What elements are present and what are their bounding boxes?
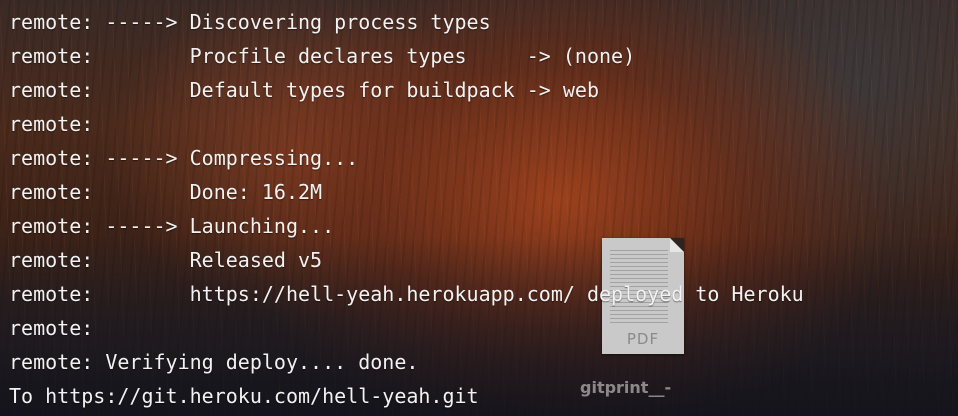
terminal-line: remote: Released v5 bbox=[9, 248, 323, 272]
terminal-line: remote: bbox=[9, 112, 94, 136]
terminal-line: remote: bbox=[9, 316, 94, 340]
terminal-line: remote: -----> Launching... bbox=[9, 214, 335, 238]
terminal-line: remote: https://hell-yeah.herokuapp.com/… bbox=[9, 282, 804, 306]
terminal-line: remote: Procfile declares types -> (none… bbox=[9, 44, 636, 68]
terminal-line: remote: Done: 16.2M bbox=[9, 180, 323, 204]
terminal-line: remote: -----> Discovering process types bbox=[9, 10, 491, 34]
terminal-line: remote: Default types for buildpack -> w… bbox=[9, 78, 600, 102]
terminal-line: To https://git.heroku.com/hell-yeah.git bbox=[9, 384, 479, 408]
terminal-output[interactable]: remote: -----> Discovering process types… bbox=[9, 5, 804, 413]
terminal-line: remote: Verifying deploy.... done. bbox=[9, 350, 419, 374]
terminal-line: remote: -----> Compressing... bbox=[9, 146, 359, 170]
